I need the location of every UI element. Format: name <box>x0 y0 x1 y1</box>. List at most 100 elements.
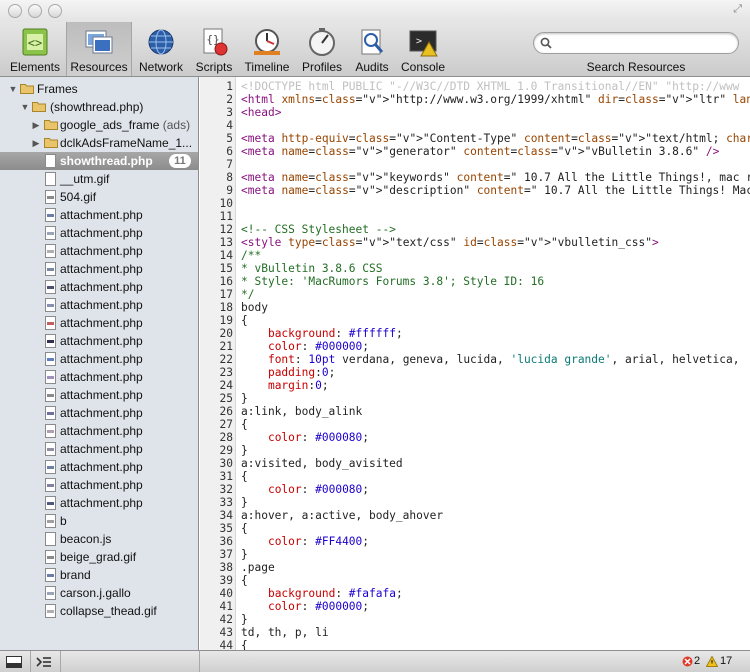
tree-file[interactable]: attachment.php <box>0 260 198 278</box>
file-name: brand <box>60 568 91 582</box>
tree-file[interactable]: attachment.php <box>0 440 198 458</box>
tree-file[interactable]: __utm.gif <box>0 170 198 188</box>
console-toggle-button[interactable] <box>36 653 58 671</box>
code-line: 30 a:visited, body_avisited <box>200 457 750 470</box>
search-label: Search Resources <box>586 60 686 74</box>
disclosure-closed-icon[interactable]: ▶ <box>31 116 41 134</box>
dock-toggle-button[interactable] <box>6 653 28 671</box>
tab-profiles[interactable]: Profiles <box>298 22 346 76</box>
tree-file[interactable]: 504.gif <box>0 188 198 206</box>
tree-main-frame[interactable]: ▼ (showthread.php) <box>0 98 198 116</box>
file-name: attachment.php <box>60 478 143 492</box>
search-field[interactable] <box>533 32 739 54</box>
line-number: 42 <box>219 613 233 626</box>
request-count-badge: 11 <box>169 154 191 168</box>
tree-file[interactable]: attachment.php <box>0 422 198 440</box>
file-icon <box>45 532 56 546</box>
tab-timeline[interactable]: Timeline <box>240 22 294 76</box>
line-number: 2 <box>226 93 233 106</box>
file-icon <box>45 406 56 420</box>
tab-resources[interactable]: Resources <box>66 22 132 76</box>
code-line: 19 { <box>200 314 750 327</box>
svg-text:>: > <box>416 36 422 47</box>
search-icon <box>540 37 552 49</box>
tree-file[interactable]: attachment.php <box>0 386 198 404</box>
file-name: attachment.php <box>60 406 143 420</box>
tab-elements[interactable]: <> Elements <box>4 22 66 76</box>
tree-file[interactable]: attachment.php <box>0 332 198 350</box>
line-source: { <box>241 470 248 483</box>
tab-console[interactable]: > Console <box>398 22 448 76</box>
file-icon <box>45 352 56 366</box>
tree-file[interactable]: attachment.php <box>0 404 198 422</box>
disclosure-closed-icon[interactable]: ▶ <box>31 134 41 152</box>
image-thumbnail <box>47 394 54 397</box>
tree-file[interactable]: collapse_thead.gif <box>0 602 198 620</box>
file-icon <box>45 568 56 582</box>
image-thumbnail <box>47 358 54 361</box>
line-number: 28 <box>219 431 233 444</box>
file-name: beige_grad.gif <box>60 550 137 564</box>
line-source: <meta http-equiv=class="v">"Content-Type… <box>241 132 750 145</box>
tree-frames[interactable]: ▼ Frames <box>0 80 198 98</box>
toolbar-toggle-icon[interactable]: ⤢ <box>733 2 742 16</box>
tree-file-selected[interactable]: showthread.php 11 <box>0 152 198 170</box>
code-line: 10 <box>200 197 750 210</box>
console-prompt-icon <box>36 657 51 667</box>
source-view[interactable]: 1 <!DOCTYPE html PUBLIC "-//W3C//DTD XHTM… <box>200 77 750 650</box>
line-source: * Style: 'MacRumors Forums 3.8'; Style I… <box>241 275 545 288</box>
tree-file[interactable]: attachment.php <box>0 368 198 386</box>
tab-profiles-label: Profiles <box>301 60 342 74</box>
tab-network[interactable]: Network <box>134 22 188 76</box>
tree-file[interactable]: attachment.php <box>0 476 198 494</box>
file-name: attachment.php <box>60 352 143 366</box>
disclosure-open-icon[interactable]: ▼ <box>8 80 18 98</box>
file-icon <box>45 388 56 402</box>
tree-file[interactable]: beacon.js <box>0 530 198 548</box>
file-icon <box>45 550 56 564</box>
code-line: 34 a:hover, a:active, body_ahover <box>200 509 750 522</box>
line-source: a:link, body_alink <box>241 405 363 418</box>
tree-file[interactable]: attachment.php <box>0 296 198 314</box>
code-line: 39 { <box>200 574 750 587</box>
image-thumbnail <box>47 430 54 433</box>
disclosure-open-icon[interactable]: ▼ <box>20 98 30 116</box>
code-line: 20 background: #ffffff; <box>200 327 750 340</box>
network-icon <box>148 29 174 55</box>
line-number: 36 <box>219 535 233 548</box>
dock-icon <box>6 656 22 668</box>
file-icon <box>45 190 56 204</box>
line-number: 39 <box>219 574 233 587</box>
tree-file[interactable]: brand <box>0 566 198 584</box>
line-source: { <box>241 574 248 587</box>
file-icon <box>45 604 56 618</box>
line-source: td, th, p, li <box>241 626 329 639</box>
error-icon <box>682 656 693 667</box>
tree-file[interactable]: attachment.php <box>0 224 198 242</box>
tree-file[interactable]: b <box>0 512 198 530</box>
image-thumbnail <box>47 574 54 577</box>
tree-file[interactable]: beige_grad.gif <box>0 548 198 566</box>
tree-file[interactable]: attachment.php <box>0 314 198 332</box>
tree-subframe[interactable]: ▶ dclkAdsFrameName_1... <box>0 134 198 152</box>
tree-file[interactable]: attachment.php <box>0 206 198 224</box>
line-number: 41 <box>219 600 233 613</box>
image-thumbnail <box>47 502 54 505</box>
tree-file[interactable]: attachment.php <box>0 350 198 368</box>
zoom-window-button[interactable] <box>48 4 62 18</box>
tree-file[interactable]: attachment.php <box>0 278 198 296</box>
code-line: 27 { <box>200 418 750 431</box>
tree-file[interactable]: attachment.php <box>0 458 198 476</box>
close-window-button[interactable] <box>8 4 22 18</box>
tree-file[interactable]: attachment.php <box>0 494 198 512</box>
file-icon <box>45 334 56 348</box>
minimize-window-button[interactable] <box>28 4 42 18</box>
tree-subframe[interactable]: ▶ google_ads_frame (ads) <box>0 116 198 134</box>
tab-audits[interactable]: Audits <box>350 22 394 76</box>
line-source: <meta name=class="v">"keywords" content=… <box>241 171 750 184</box>
file-name: attachment.php <box>60 496 143 510</box>
tree-file[interactable]: carson.j.gallo <box>0 584 198 602</box>
tree-file[interactable]: attachment.php <box>0 242 198 260</box>
search-input[interactable] <box>556 35 732 51</box>
tab-scripts[interactable]: {} Scripts <box>190 22 238 76</box>
